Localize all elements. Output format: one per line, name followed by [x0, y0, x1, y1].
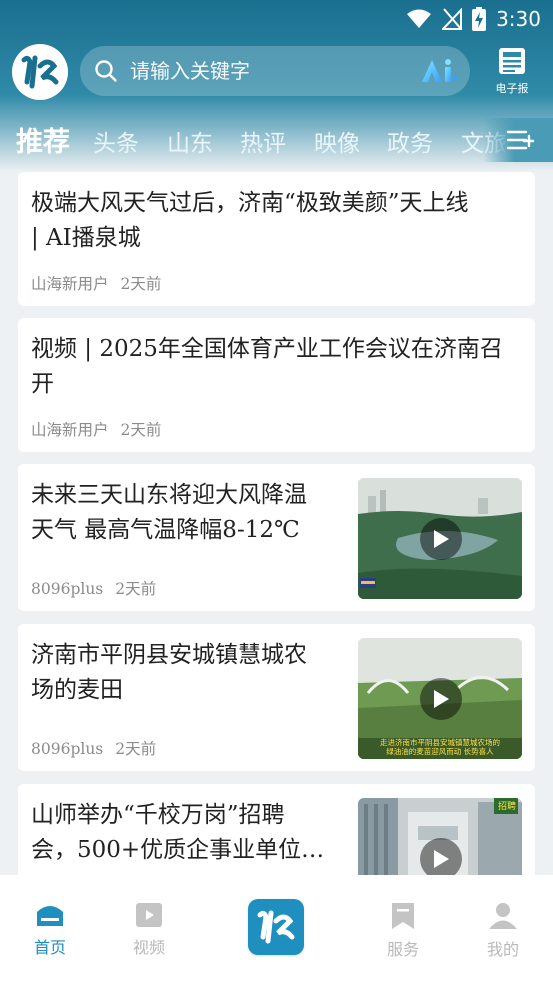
news-title: 山师举办“千校万岗”招聘 会，500+优质企事业单位… — [31, 802, 325, 863]
app-logo-icon — [257, 910, 295, 944]
tab-images[interactable]: 映像 — [314, 124, 360, 158]
user-icon — [489, 903, 517, 929]
search-input[interactable] — [130, 59, 400, 83]
news-title: 未来三天山东将迎大风降温 天气 最高气温降幅8-12℃ — [31, 482, 307, 543]
bottom-navigation: 首页 视频 服务 我的 — [0, 875, 553, 983]
news-title: 视频 | 2025年全国体育产业工作会议在济南召 开 — [31, 336, 503, 397]
epaper-button[interactable]: 电子报 — [490, 46, 534, 98]
news-meta: 山海新用户 2天前 — [31, 418, 161, 440]
news-meta: 8096plus 2天前 — [31, 737, 156, 759]
no-signal-icon — [442, 8, 463, 30]
tab-shandong[interactable]: 山东 — [167, 124, 213, 158]
thumbnail-badge: 招聘 — [498, 802, 517, 812]
tab-headlines[interactable]: 头条 — [93, 124, 139, 158]
play-button[interactable] — [420, 678, 462, 720]
video-icon — [136, 903, 162, 927]
news-time: 2天前 — [115, 740, 157, 758]
play-button[interactable] — [420, 838, 462, 875]
news-title: 济南市平阴县安城镇慧城农 场的麦田 — [31, 642, 307, 703]
news-card[interactable]: 视频 | 2025年全国体育产业工作会议在济南召 开 山海新用户 2天前 — [18, 318, 535, 452]
nav-services[interactable]: 服务 — [373, 902, 433, 972]
news-source: 8096plus — [31, 740, 104, 758]
video-thumbnail[interactable]: 走进济南市平阴县安城镇慧城农场的 绿油油的麦苗迎风而动 长势喜人 — [358, 638, 522, 759]
play-icon — [434, 850, 449, 868]
nav-center-logo[interactable] — [248, 899, 304, 955]
ai-assistant-icon[interactable] — [420, 58, 458, 84]
video-news-card[interactable]: 济南市平阴县安城镇慧城农 场的麦田 8096plus 2天前 走进济南市平阴县安城… — [18, 624, 535, 771]
news-source: 山海新用户 — [31, 421, 109, 439]
search-bar[interactable] — [80, 46, 470, 96]
news-title: 极端大风天气过后，济南“极致美颜”天上线 | AI播泉城 — [31, 190, 469, 251]
nav-home-label: 首页 — [33, 938, 66, 957]
battery-charging-icon — [472, 7, 487, 31]
news-card[interactable]: 极端大风天气过后，济南“极致美颜”天上线 | AI播泉城 山海新用户 2天前 — [18, 172, 535, 306]
bookmark-icon — [392, 903, 414, 929]
news-time: 2天前 — [120, 275, 162, 293]
play-icon — [434, 690, 449, 708]
video-news-card[interactable]: 山师举办“千校万岗”招聘 会，500+优质企事业单位… 招聘 — [18, 784, 535, 875]
app-logo[interactable] — [12, 44, 68, 100]
app-logo-icon — [21, 55, 59, 89]
news-meta: 8096plus 2天前 — [31, 577, 156, 599]
news-time: 2天前 — [115, 580, 157, 598]
search-icon — [95, 60, 117, 82]
video-thumbnail[interactable]: 招聘 — [358, 798, 522, 875]
wifi-icon — [407, 9, 432, 28]
nav-home[interactable]: 首页 — [20, 902, 80, 972]
nav-video[interactable]: 视频 — [119, 902, 179, 972]
channel-tabs: 推荐 头条 山东 热评 映像 政务 文旅 — [0, 118, 553, 162]
channel-menu-icon[interactable] — [506, 126, 534, 154]
play-button[interactable] — [420, 518, 462, 560]
video-news-card[interactable]: 未来三天山东将迎大风降温 天气 最高气温降幅8-12℃ 8096plus 2天前 — [18, 464, 535, 611]
newspaper-icon — [499, 48, 525, 74]
nav-profile[interactable]: 我的 — [473, 902, 533, 972]
tab-government[interactable]: 政务 — [387, 124, 433, 158]
status-bar: 3:30 — [0, 0, 553, 38]
news-meta: 山海新用户 2天前 — [31, 272, 161, 294]
thumbnail-caption: 走进济南市平阴县安城镇慧城农场的 绿油油的麦苗迎风而动 长势喜人 — [380, 738, 500, 756]
epaper-label: 电子报 — [495, 82, 529, 95]
news-time: 2天前 — [120, 421, 162, 439]
play-icon — [434, 530, 449, 548]
tab-recommend[interactable]: 推荐 — [16, 120, 70, 159]
video-thumbnail[interactable] — [358, 478, 522, 599]
tab-hot-comments[interactable]: 热评 — [240, 124, 286, 158]
news-source: 8096plus — [31, 580, 104, 598]
status-time: 3:30 — [496, 7, 541, 31]
nav-video-label: 视频 — [132, 938, 165, 957]
nav-profile-label: 我的 — [486, 940, 519, 959]
home-icon — [37, 906, 63, 926]
news-source: 山海新用户 — [31, 275, 109, 293]
nav-services-label: 服务 — [386, 940, 419, 959]
